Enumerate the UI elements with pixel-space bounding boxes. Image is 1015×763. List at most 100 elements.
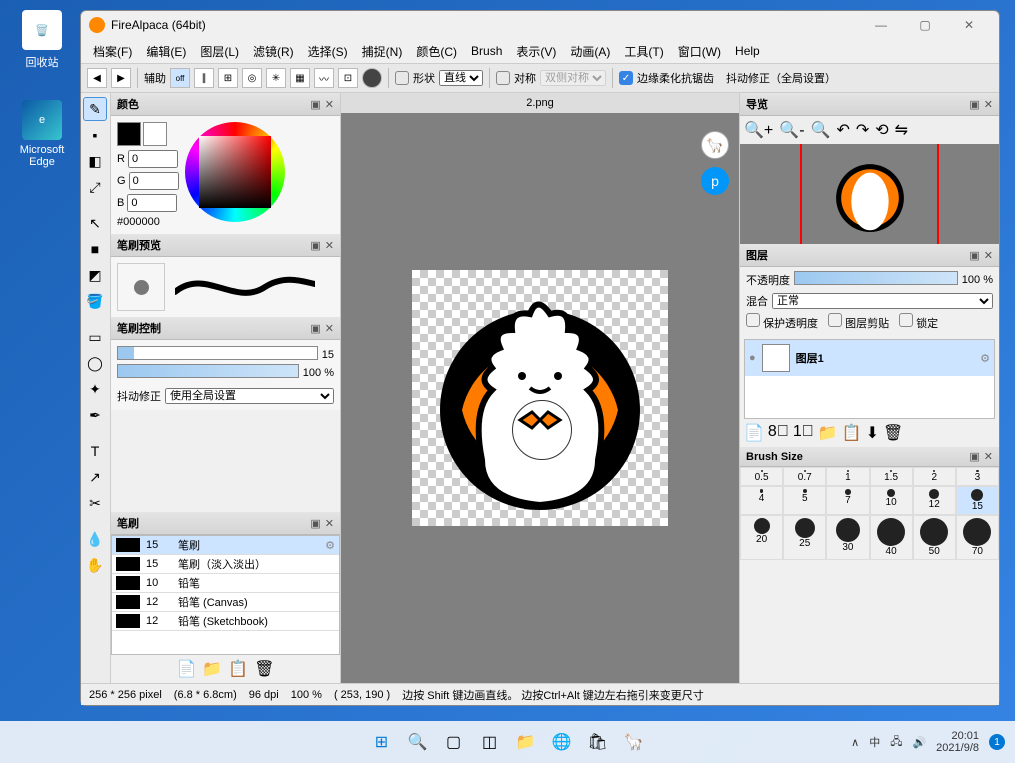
search-button[interactable]: 🔍 bbox=[405, 729, 431, 755]
brush-row[interactable]: 15笔刷⚙ bbox=[112, 536, 339, 555]
color-b-input[interactable] bbox=[127, 194, 177, 212]
new-layer-button[interactable]: 📄 bbox=[744, 423, 764, 443]
snap-vanish-button[interactable]: ▦ bbox=[290, 68, 310, 88]
resize-tool[interactable]: ⤢ bbox=[83, 175, 107, 199]
start-button[interactable]: ⊞ bbox=[369, 729, 395, 755]
brush-tool[interactable]: ✎ bbox=[83, 97, 107, 121]
explorer-button[interactable]: 📁 bbox=[513, 729, 539, 755]
dup-layer-button[interactable]: 📋 bbox=[842, 423, 862, 443]
protect-alpha-checkbox[interactable] bbox=[746, 313, 760, 327]
shape-checkbox[interactable] bbox=[395, 71, 409, 85]
snap-parallel-button[interactable]: ∥ bbox=[194, 68, 214, 88]
store-button[interactable]: 🛍 bbox=[585, 729, 611, 755]
menu-file[interactable]: 档案(F) bbox=[87, 41, 138, 62]
color-panel-header[interactable]: 颜色 ▣✕ bbox=[111, 93, 340, 116]
desktop-edge[interactable]: e Microsoft Edge bbox=[12, 100, 72, 168]
operation-tool[interactable]: ↗ bbox=[83, 465, 107, 489]
hand-tool[interactable]: ✋ bbox=[83, 553, 107, 577]
new-8bit-layer-button[interactable]: 8⃣ bbox=[768, 423, 789, 443]
new-folder-button[interactable]: 📁 bbox=[818, 423, 838, 443]
nav-back-button[interactable]: ◀ bbox=[87, 68, 107, 88]
brush-row[interactable]: 15笔刷（淡入淡出） bbox=[112, 555, 339, 574]
menu-select[interactable]: 选择(S) bbox=[302, 41, 354, 62]
nav-preview[interactable] bbox=[740, 144, 999, 244]
text-tool[interactable]: T bbox=[83, 439, 107, 463]
brushsize-cell[interactable]: 30 bbox=[826, 515, 869, 560]
brushsize-cell[interactable]: 50 bbox=[913, 515, 956, 560]
badge-pixiv-icon[interactable]: p bbox=[701, 167, 729, 195]
brush-control-header[interactable]: 笔刷控制 ▣✕ bbox=[111, 317, 340, 340]
menu-brush[interactable]: Brush bbox=[465, 42, 508, 60]
gradient-tool[interactable]: ◩ bbox=[83, 263, 107, 287]
clip-checkbox[interactable] bbox=[828, 313, 842, 327]
brushsize-cell[interactable]: 4 bbox=[740, 486, 783, 515]
color-g-input[interactable] bbox=[129, 172, 179, 190]
menu-filter[interactable]: 滤镜(R) bbox=[247, 41, 300, 62]
lock-checkbox[interactable] bbox=[899, 313, 913, 327]
notification-badge[interactable]: 1 bbox=[989, 734, 1005, 750]
brushsize-cell[interactable]: 0.7 bbox=[783, 467, 826, 486]
titlebar[interactable]: FireAlpaca (64bit) — ▢ ✕ bbox=[81, 11, 999, 39]
menu-layer[interactable]: 图层(L) bbox=[194, 41, 245, 62]
menu-animation[interactable]: 动画(A) bbox=[564, 41, 616, 62]
badge-alpaca-icon[interactable]: 🦙 bbox=[701, 131, 729, 159]
dot-tool[interactable]: ▪ bbox=[83, 123, 107, 147]
nav-panel-header[interactable]: 导览▣✕ bbox=[740, 93, 999, 116]
lasso-tool[interactable]: ◯ bbox=[83, 351, 107, 375]
snap-curve-button[interactable]: 〰 bbox=[314, 68, 334, 88]
ime-button[interactable]: 中 bbox=[869, 734, 880, 750]
dup-brush-button[interactable]: 📋 bbox=[228, 659, 248, 679]
clock[interactable]: 20:01 2021/9/8 bbox=[936, 730, 979, 754]
symmetry-checkbox[interactable] bbox=[496, 71, 510, 85]
snap-grid-button[interactable]: ⊞ bbox=[218, 68, 238, 88]
gear-icon[interactable]: ⚙ bbox=[980, 352, 990, 365]
brushsize-cell[interactable]: 3 bbox=[956, 467, 999, 486]
brushsize-cell[interactable]: 20 bbox=[740, 515, 783, 560]
brush-row[interactable]: 10铅笔 bbox=[112, 574, 339, 593]
layer-opacity-slider[interactable] bbox=[794, 271, 958, 285]
shake-global-label[interactable]: 抖动修正（全局设置） bbox=[726, 70, 836, 86]
edge-taskbar-button[interactable]: 🌐 bbox=[549, 729, 575, 755]
brush-size-slider[interactable] bbox=[117, 346, 318, 360]
brush-row[interactable]: 12铅笔 (Sketchbook) bbox=[112, 612, 339, 631]
menu-snap[interactable]: 捕捉(N) bbox=[356, 41, 409, 62]
move-tool[interactable]: ↖ bbox=[83, 211, 107, 235]
select-pen-tool[interactable]: ✒ bbox=[83, 403, 107, 427]
snap-3d-button[interactable]: ⊡ bbox=[338, 68, 358, 88]
menu-color[interactable]: 颜色(C) bbox=[410, 41, 463, 62]
layer-row[interactable]: ● 图层1 ⚙ bbox=[745, 340, 994, 376]
snap-off-button[interactable]: off bbox=[170, 68, 190, 88]
brushsize-cell[interactable]: 12 bbox=[913, 486, 956, 515]
folder-brush-button[interactable]: 📁 bbox=[202, 659, 222, 679]
merge-down-button[interactable]: ⬇ bbox=[866, 423, 879, 443]
minimize-button[interactable]: — bbox=[859, 11, 903, 39]
bucket-tool[interactable]: 🪣 bbox=[83, 289, 107, 313]
brush-opacity-slider[interactable] bbox=[117, 364, 299, 378]
brushsize-cell[interactable]: 1.5 bbox=[870, 467, 913, 486]
select-rect-tool[interactable]: ▭ bbox=[83, 325, 107, 349]
brushsize-cell[interactable]: 40 bbox=[870, 515, 913, 560]
rotate-reset-icon[interactable]: ⟲ bbox=[875, 120, 888, 140]
snap-circle-button[interactable] bbox=[362, 68, 382, 88]
dock-icon[interactable]: ▣ bbox=[310, 98, 320, 111]
brush-preview-header[interactable]: 笔刷预览 ▣✕ bbox=[111, 234, 340, 257]
brushsize-panel-header[interactable]: Brush Size▣✕ bbox=[740, 447, 999, 467]
rotate-left-icon[interactable]: ↶ bbox=[836, 120, 849, 140]
gear-icon[interactable]: ⚙ bbox=[325, 539, 335, 552]
aa-checkbox[interactable]: ✓ bbox=[619, 71, 633, 85]
brushsize-cell[interactable]: 2 bbox=[913, 467, 956, 486]
close-panel-icon[interactable]: ✕ bbox=[325, 98, 334, 111]
brushsize-cell[interactable]: 5 bbox=[783, 486, 826, 515]
visibility-icon[interactable]: ● bbox=[749, 352, 756, 364]
brushsize-cell[interactable]: 25 bbox=[783, 515, 826, 560]
zoom-out-icon[interactable]: 🔍- bbox=[779, 120, 804, 140]
eraser-tool[interactable]: ◧ bbox=[83, 149, 107, 173]
brushsize-cell[interactable]: 1 bbox=[826, 467, 869, 486]
brush-panel-header[interactable]: 笔刷 ▣✕ bbox=[111, 512, 340, 535]
brush-row[interactable]: 12铅笔 (Canvas) bbox=[112, 593, 339, 612]
delete-layer-button[interactable]: 🗑 bbox=[883, 423, 903, 443]
close-button[interactable]: ✕ bbox=[947, 11, 991, 39]
brushsize-cell[interactable]: 10 bbox=[870, 486, 913, 515]
delete-brush-button[interactable]: 🗑 bbox=[254, 659, 274, 679]
snap-ellipse-button[interactable]: ◎ bbox=[242, 68, 262, 88]
